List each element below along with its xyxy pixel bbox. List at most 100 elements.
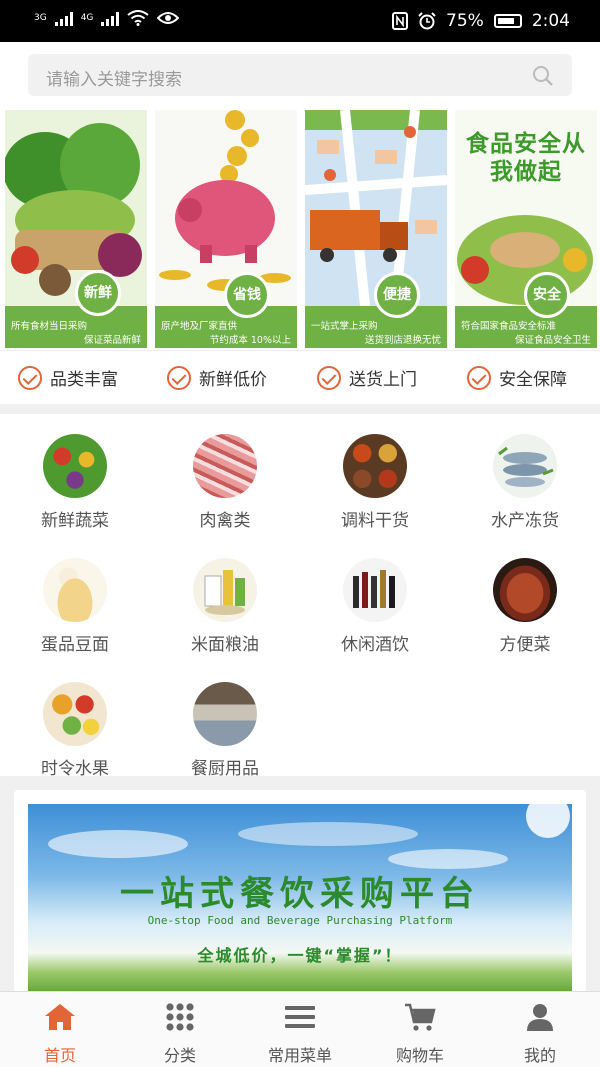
tab-cart[interactable]: 购物车 <box>360 992 480 1067</box>
banner-caption: 保证菜品新鲜 <box>83 335 141 346</box>
eggs-noodles-icon <box>43 558 107 622</box>
category-label: 调料干货 <box>341 511 409 531</box>
search-icon[interactable] <box>532 65 554 87</box>
wifi-icon <box>127 10 150 26</box>
category-label: 新鲜蔬菜 <box>41 511 109 531</box>
banner-caption: 原产地及厂家直供 <box>161 321 238 332</box>
promo-title: 一站式餐饮采购平台 <box>120 874 480 914</box>
tab-label: 我的 <box>523 1046 556 1065</box>
vegetables-image <box>5 110 147 306</box>
category-rice-oil[interactable]: 米面粮油 <box>150 558 300 655</box>
badge-convenient: 便捷 <box>374 272 420 318</box>
feature-label: 安全保障 <box>499 370 567 390</box>
status-bar: 3G 4G 75% 2:04 <box>0 0 600 42</box>
promo-slogan: 全城低价，一键“掌握”！ <box>197 946 403 965</box>
badge-fresh: 新鲜 <box>75 270 121 316</box>
feature-label: 送货上门 <box>349 370 417 390</box>
delivery-truck-image <box>305 110 447 306</box>
eye-icon <box>157 12 180 24</box>
fruit-icon <box>43 682 107 746</box>
banner-caption: 符合国家食品安全标准 <box>461 321 557 332</box>
tab-home[interactable]: 首页 <box>0 992 120 1067</box>
category-label: 方便菜 <box>499 635 551 655</box>
banner-caption: 节约成本 10%以上 <box>209 335 291 346</box>
promo-banner[interactable]: 一站式餐饮采购平台 One-stop Food and Beverage Pur… <box>28 804 572 995</box>
banner-fresh[interactable]: 新鲜 所有食材当日采购 保证菜品新鲜 <box>5 110 147 348</box>
promo-card: 一站式餐饮采购平台 One-stop Food and Beverage Pur… <box>14 790 586 995</box>
tab-label: 购物车 <box>395 1046 444 1065</box>
banner-headline: 食品安全从我做起 <box>466 131 586 185</box>
banner-caption: 保证食品安全卫生 <box>514 335 591 346</box>
badge-save-money: 省钱 <box>224 272 270 318</box>
promo-section: 一站式餐饮采购平台 One-stop Food and Beverage Pur… <box>0 776 600 995</box>
network-label-1: 3G <box>34 13 47 23</box>
nfc-icon <box>392 12 409 30</box>
menu-icon <box>285 1006 315 1028</box>
kitchenware-icon <box>193 682 257 746</box>
home-icon <box>45 1004 75 1030</box>
alarm-icon <box>418 12 436 30</box>
check-circle-icon <box>167 365 191 390</box>
category-eggs-noodles[interactable]: 蛋品豆面 <box>0 558 150 655</box>
rice-oil-icon <box>193 558 257 622</box>
search-box[interactable]: 请输入关键字搜索 <box>28 54 572 96</box>
check-circle-icon <box>317 365 341 390</box>
battery-icon <box>493 14 522 28</box>
tab-label: 分类 <box>163 1046 196 1065</box>
banner-save-money[interactable]: 省钱 原产地及厂家直供 节约成本 10%以上 <box>155 110 297 348</box>
badge-safety: 安全 <box>524 272 570 318</box>
check-circle-icon <box>467 365 491 390</box>
prepared-dish-icon <box>493 558 557 622</box>
clock: 2:04 <box>531 11 570 31</box>
search-input[interactable]: 请输入关键字搜索 <box>46 65 182 90</box>
category-drinks[interactable]: 休闲酒饮 <box>300 558 450 655</box>
tab-category[interactable]: 分类 <box>120 992 240 1067</box>
drinks-icon <box>343 558 407 622</box>
category-kitchenware[interactable]: 餐厨用品 <box>150 682 300 779</box>
category-fruit[interactable]: 时令水果 <box>0 682 150 779</box>
search-bar: 请输入关键字搜索 <box>0 42 600 106</box>
spices-icon <box>343 434 407 498</box>
category-label: 肉禽类 <box>199 511 251 531</box>
category-label: 蛋品豆面 <box>41 635 109 655</box>
promo-subtitle: One-stop Food and Beverage Purchasing Pl… <box>147 914 453 927</box>
feature-item: 安全保障 <box>467 365 567 390</box>
feature-label: 新鲜低价 <box>199 370 267 390</box>
feature-item: 送货上门 <box>317 365 417 390</box>
tab-label: 常用菜单 <box>267 1046 332 1065</box>
tab-profile[interactable]: 我的 <box>480 992 600 1067</box>
feature-label: 品类丰富 <box>50 370 118 390</box>
banner-caption: 所有食材当日采购 <box>11 321 88 332</box>
category-spices[interactable]: 调料干货 <box>300 434 450 531</box>
category-seafood[interactable]: 水产冻货 <box>450 434 600 531</box>
banner-caption: 送货到店退换无忧 <box>364 335 441 346</box>
category-vegetables[interactable]: 新鲜蔬菜 <box>0 434 150 531</box>
feature-item: 新鲜低价 <box>167 365 267 390</box>
category-label: 米面粮油 <box>191 635 259 655</box>
category-meat[interactable]: 肉禽类 <box>150 434 300 531</box>
battery-percent: 75% <box>446 11 484 31</box>
category-label: 水产冻货 <box>491 511 559 531</box>
tab-label: 首页 <box>43 1046 76 1065</box>
feature-strip: 品类丰富 新鲜低价 送货上门 安全保障 <box>0 350 600 404</box>
piggy-bank-image <box>155 110 297 306</box>
user-icon <box>527 1004 553 1031</box>
signal-icon <box>54 10 73 26</box>
banner-convenient[interactable]: 便捷 一站式掌上采购 送货到店退换无忧 <box>305 110 447 348</box>
meat-icon <box>193 434 257 498</box>
feature-banners: 新鲜 所有食材当日采购 保证菜品新鲜 省钱 原产地及厂家直供 节约成本 10%以… <box>0 106 600 350</box>
bottom-tab-bar: 首页 分类 常用菜单 购物车 我的 <box>0 991 600 1067</box>
signal-icon-2 <box>101 10 120 26</box>
cart-icon <box>405 1003 436 1031</box>
fish-icon <box>493 434 557 498</box>
category-prepared-dish[interactable]: 方便菜 <box>450 558 600 655</box>
banner-caption: 一站式掌上采购 <box>311 321 378 332</box>
grid-icon <box>166 1003 194 1031</box>
feature-item: 品类丰富 <box>18 365 118 390</box>
network-label-2: 4G <box>80 13 94 23</box>
category-label: 休闲酒饮 <box>341 635 409 655</box>
tab-common-menu[interactable]: 常用菜单 <box>240 992 360 1067</box>
banner-safety[interactable]: 食品安全从我做起 安全 符合国家食品安全标准 保证食品安全卫生 <box>455 110 597 348</box>
check-circle-icon <box>18 365 42 390</box>
vegetables-icon <box>43 434 107 498</box>
